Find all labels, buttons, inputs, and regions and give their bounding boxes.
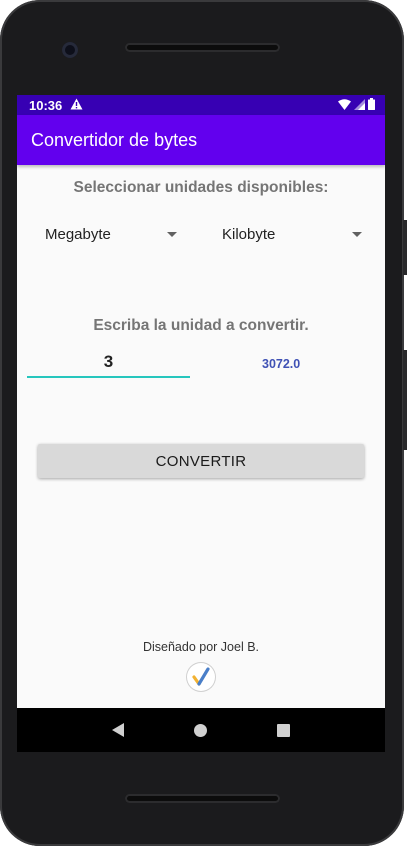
convert-button[interactable]: CONVERTIR: [38, 444, 364, 478]
navigation-bar: [17, 708, 385, 752]
cell-signal-icon: [354, 98, 365, 113]
dropdown-caret-icon: [352, 231, 362, 237]
select-units-heading: Seleccionar unidades disponibles:: [73, 179, 329, 196]
wifi-icon: [338, 98, 351, 113]
volume-button: [403, 350, 407, 450]
app-title: Convertidor de bytes: [31, 129, 198, 150]
from-unit-spinner[interactable]: Megabyte: [45, 223, 177, 245]
bottom-speaker: [125, 794, 280, 803]
result-value: 3072.0: [262, 357, 301, 371]
status-time: 10:36: [29, 97, 63, 113]
to-unit-value: Kilobyte: [222, 225, 276, 243]
status-bar: 10:36: [17, 95, 385, 115]
warning-icon: [70, 98, 83, 113]
to-unit-spinner[interactable]: Kilobyte: [222, 223, 362, 245]
app-screen: 10:36 Convertidor de bytes Seleccionar u…: [17, 95, 385, 708]
from-unit-value: Megabyte: [45, 225, 111, 243]
home-icon[interactable]: [194, 723, 207, 737]
recents-icon[interactable]: [277, 723, 290, 737]
front-camera: [62, 42, 78, 58]
back-icon[interactable]: [112, 723, 124, 737]
input-heading: Escriba la unidad a convertir.: [93, 317, 309, 334]
designer-credit: Diseñado por Joel B.: [142, 640, 260, 654]
checkmark-logo-icon: [187, 663, 215, 691]
battery-icon: [368, 97, 375, 113]
dropdown-caret-icon: [167, 231, 177, 237]
top-speaker: [125, 43, 280, 52]
app-bar: Convertidor de bytes: [17, 115, 385, 165]
power-button: [403, 220, 407, 275]
value-input[interactable]: 3: [27, 352, 190, 378]
